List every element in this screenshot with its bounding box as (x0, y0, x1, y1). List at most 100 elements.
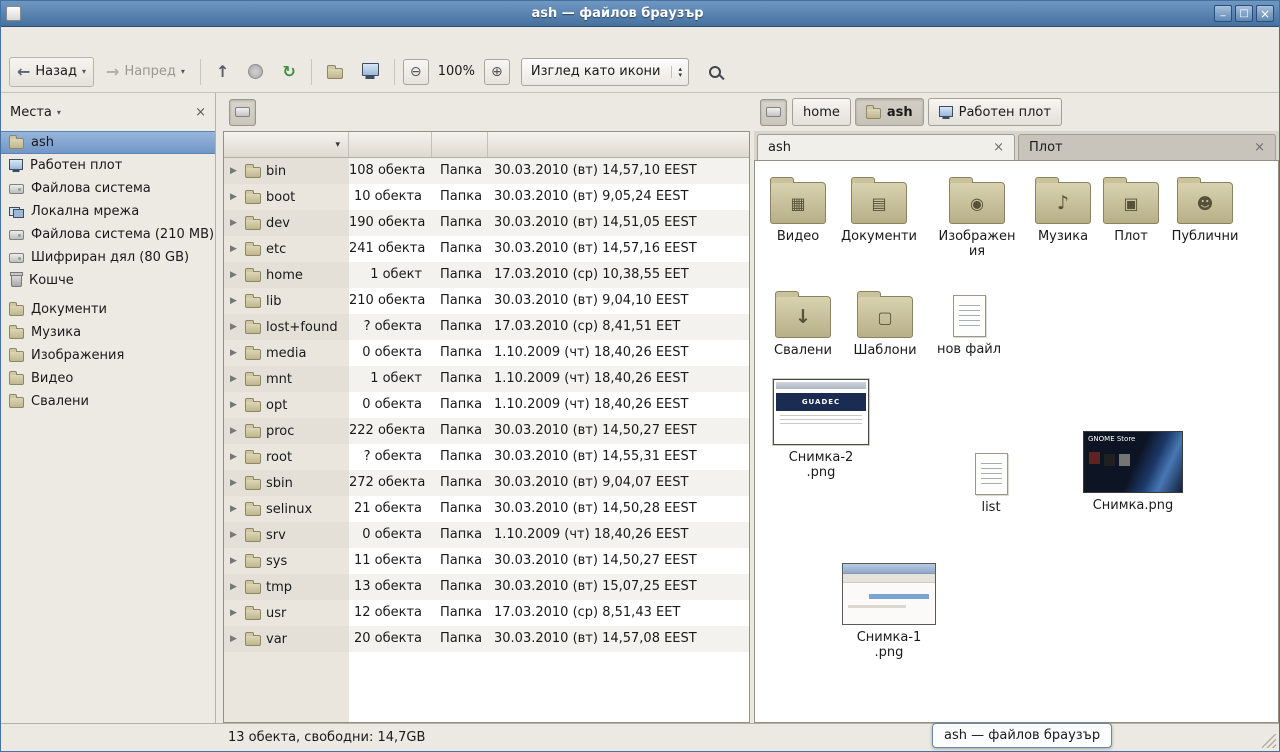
menu-item[interactable] (65, 36, 83, 42)
path-button[interactable]: ash (855, 98, 924, 126)
menu-item[interactable] (5, 36, 23, 42)
icon-view-item[interactable]: Изображения (937, 173, 1017, 259)
sidebar-item[interactable]: Кошче (1, 269, 215, 292)
expander-icon[interactable] (230, 478, 240, 488)
table-row[interactable]: root ? обекта Папка 30.03.2010 (вт) 14,5… (224, 444, 749, 470)
expander-icon[interactable] (230, 270, 240, 280)
expander-icon[interactable] (230, 582, 240, 592)
table-row[interactable]: srv 0 обекта Папка 1.10.2009 (чт) 18,40,… (224, 522, 749, 548)
icon-view-item[interactable]: Публични (1165, 173, 1245, 244)
icon-view-item[interactable]: GUADEC Снимка-2.png (769, 379, 873, 480)
combo-spinner-icon[interactable] (671, 66, 683, 78)
sidebar-item[interactable]: Локална мрежа (1, 200, 215, 223)
forward-button[interactable]: Напред (99, 57, 192, 87)
table-row[interactable]: tmp 13 обекта Папка 30.03.2010 (вт) 15,0… (224, 574, 749, 600)
icon-view-item[interactable]: нов файл (929, 287, 1009, 357)
expander-icon[interactable] (230, 218, 240, 228)
forward-dropdown-icon[interactable] (181, 67, 185, 76)
expander-icon[interactable] (230, 348, 240, 358)
table-row[interactable]: mnt 1 обект Папка 1.10.2009 (чт) 18,40,2… (224, 366, 749, 392)
icon-view-item[interactable]: GNOME Store Снимка.png (1081, 431, 1185, 513)
minimize-button[interactable] (1214, 5, 1232, 22)
expander-icon[interactable] (230, 374, 240, 384)
resize-grip[interactable] (1262, 734, 1276, 748)
expander-icon[interactable] (230, 608, 240, 618)
table-row[interactable]: bin 108 обекта Папка 30.03.2010 (вт) 14,… (224, 158, 749, 184)
sidebar-item[interactable]: Шифриран дял (80 GB) (1, 246, 215, 269)
root-location-button[interactable] (229, 99, 256, 126)
table-row[interactable]: opt 0 обекта Папка 1.10.2009 (чт) 18,40,… (224, 392, 749, 418)
root-location-button[interactable] (760, 99, 787, 126)
expander-icon[interactable] (230, 556, 240, 566)
pane-splitter[interactable] (216, 93, 223, 723)
table-row[interactable]: selinux 21 обекта Папка 30.03.2010 (вт) … (224, 496, 749, 522)
table-row[interactable]: lost+found ? обекта Папка 17.03.2010 (ср… (224, 314, 749, 340)
sidebar-mode-dropdown-icon[interactable] (57, 108, 61, 117)
table-row[interactable]: sys 11 обекта Папка 30.03.2010 (вт) 14,5… (224, 548, 749, 574)
expander-icon[interactable] (230, 504, 240, 514)
expander-icon[interactable] (230, 322, 240, 332)
back-dropdown-icon[interactable] (82, 67, 86, 76)
tab-close-icon[interactable] (1254, 140, 1265, 155)
tab[interactable]: Плот (1018, 134, 1276, 160)
table-row[interactable]: home 1 обект Папка 17.03.2010 (ср) 10,38… (224, 262, 749, 288)
expander-icon[interactable] (230, 296, 240, 306)
zoom-in-button[interactable] (484, 59, 510, 85)
path-button[interactable]: home (792, 98, 851, 126)
table-row[interactable]: sbin 272 обекта Папка 30.03.2010 (вт) 9,… (224, 470, 749, 496)
icon-view-item[interactable]: Документи (839, 173, 919, 244)
sidebar-item[interactable]: Изображения (1, 344, 215, 367)
menu-item[interactable] (105, 36, 123, 42)
column-header[interactable] (488, 132, 749, 157)
sidebar-item[interactable]: Файлова система (1, 177, 215, 200)
menu-item[interactable] (25, 36, 43, 42)
expander-icon[interactable] (230, 634, 240, 644)
maximize-button[interactable] (1235, 5, 1253, 22)
column-header[interactable] (432, 132, 488, 157)
icon-view-item[interactable]: list (951, 445, 1031, 515)
sidebar-item[interactable]: Файлова система (210 MB) (1, 223, 215, 246)
table-row[interactable]: boot 10 обекта Папка 30.03.2010 (вт) 9,0… (224, 184, 749, 210)
sidebar-item[interactable]: Музика (1, 321, 215, 344)
expander-icon[interactable] (230, 192, 240, 202)
icon-view-item[interactable]: Плот (1091, 173, 1171, 244)
sidebar-item[interactable]: Работен плот (1, 154, 215, 177)
expander-icon[interactable] (230, 426, 240, 436)
expander-icon[interactable] (230, 530, 240, 540)
menu-item[interactable] (45, 36, 63, 42)
expander-icon[interactable] (230, 244, 240, 254)
column-header[interactable] (224, 132, 349, 157)
path-button[interactable]: Работен плот (928, 98, 1062, 126)
column-header[interactable] (349, 132, 432, 157)
table-row[interactable]: dev 190 обекта Папка 30.03.2010 (вт) 14,… (224, 210, 749, 236)
back-button[interactable]: Назад (9, 57, 94, 87)
close-button[interactable] (1256, 5, 1274, 22)
up-button[interactable] (209, 57, 236, 87)
tab[interactable]: ash (757, 134, 1015, 160)
sidebar-item[interactable]: Видео (1, 367, 215, 390)
tab-close-icon[interactable] (993, 140, 1004, 155)
menu-item[interactable] (85, 36, 103, 42)
zoom-out-button[interactable] (403, 59, 429, 85)
icon-view-item[interactable]: Шаблони (845, 287, 925, 358)
sidebar-close-icon[interactable] (195, 105, 206, 120)
icon-view-item[interactable]: Видео (758, 173, 838, 244)
table-row[interactable]: var 20 обекта Папка 30.03.2010 (вт) 14,5… (224, 626, 749, 652)
titlebar[interactable]: ash — файлов браузър (1, 1, 1279, 27)
table-row[interactable]: media 0 обекта Папка 1.10.2009 (чт) 18,4… (224, 340, 749, 366)
expander-icon[interactable] (230, 452, 240, 462)
sidebar-item[interactable]: ash (1, 131, 215, 154)
home-button[interactable] (320, 57, 350, 87)
reload-button[interactable] (275, 57, 302, 87)
icon-view-item[interactable]: Свалени (763, 287, 843, 358)
computer-button[interactable] (355, 57, 386, 87)
table-row[interactable]: lib 210 обекта Папка 30.03.2010 (вт) 9,0… (224, 288, 749, 314)
sidebar-item[interactable]: Свалени (1, 390, 215, 413)
icon-view-item[interactable]: Снимка-1.png (837, 563, 941, 660)
table-row[interactable]: usr 12 обекта Папка 17.03.2010 (ср) 8,51… (224, 600, 749, 626)
stop-button[interactable] (241, 57, 270, 87)
table-row[interactable]: etc 241 обекта Папка 30.03.2010 (вт) 14,… (224, 236, 749, 262)
table-row[interactable]: proc 222 обекта Папка 30.03.2010 (вт) 14… (224, 418, 749, 444)
search-button[interactable] (700, 57, 730, 87)
expander-icon[interactable] (230, 400, 240, 410)
